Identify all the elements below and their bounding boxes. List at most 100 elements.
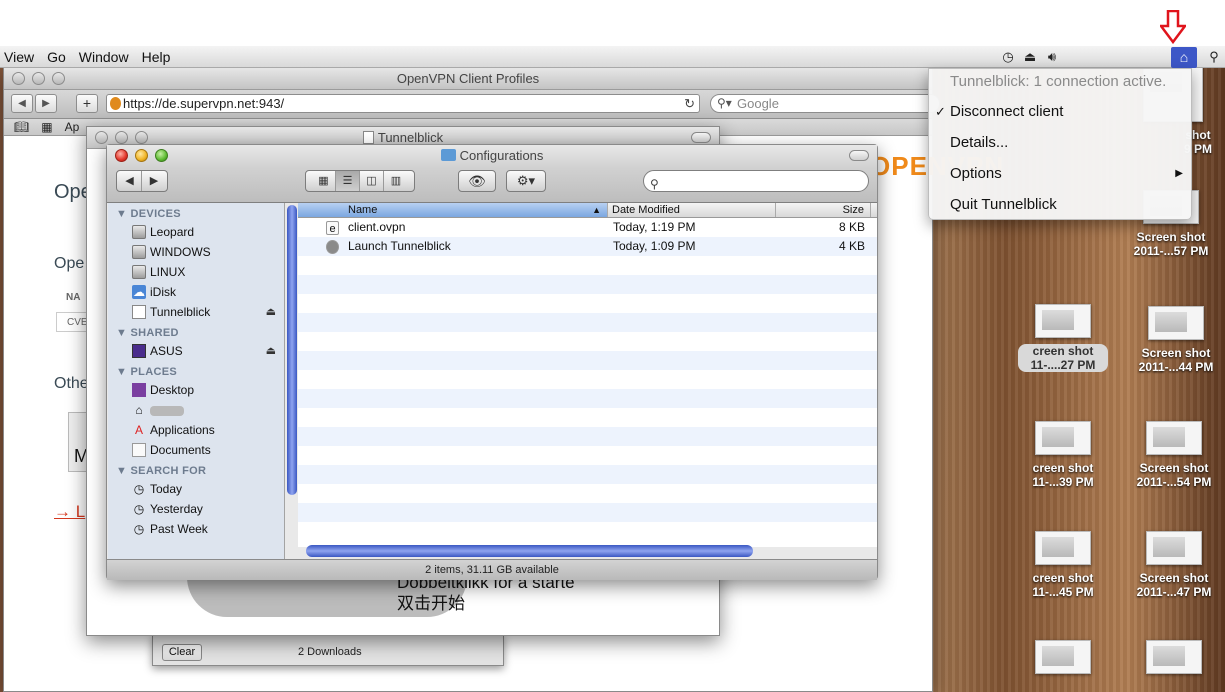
menu-help[interactable]: Help — [138, 49, 180, 65]
column-view-button[interactable]: ◫ — [360, 171, 384, 191]
sidebar-item-label: Today — [150, 482, 183, 496]
forward-button[interactable]: ▶ — [35, 94, 57, 113]
back-forward-buttons: ◀ ▶ — [116, 170, 168, 192]
eject-icon[interactable]: ⏏ — [266, 302, 276, 322]
menu-item-details[interactable]: Details... — [929, 128, 1191, 159]
icon-view-button[interactable]: ▦ — [312, 171, 336, 191]
size-column-header[interactable]: Size — [776, 203, 871, 217]
sidebar-item-linux[interactable]: LINUX — [108, 262, 284, 282]
sidebar-section-header[interactable]: ▼ SHARED — [108, 322, 284, 341]
menu-item-options[interactable]: Options ▶ — [929, 159, 1191, 190]
close-button[interactable] — [95, 131, 108, 144]
zoom-button[interactable] — [52, 72, 65, 85]
sidebar-item-today[interactable]: ◷ Today — [108, 479, 284, 499]
empty-row — [298, 313, 877, 332]
top-margin — [0, 0, 1225, 46]
clock-icon: ◷ — [133, 502, 145, 516]
eject-icon[interactable]: ⏏ — [266, 341, 276, 361]
forward-button[interactable]: ▶ — [142, 171, 166, 191]
reading-list-icon[interactable]: 📖︎ — [14, 120, 29, 134]
sidebar-item-home[interactable]: ⌂ — [108, 400, 284, 420]
spotlight-icon[interactable]: ⚲ — [1203, 46, 1225, 68]
clock-icon: ◷ — [133, 522, 145, 536]
sidebar-item-leopard[interactable]: Leopard — [108, 222, 284, 242]
page-subheading: Ope — [54, 255, 85, 272]
action-gear-button[interactable]: ⚙▾ — [506, 170, 546, 192]
clear-button[interactable]: Clear — [162, 644, 202, 661]
toolbar-toggle-button[interactable] — [691, 132, 711, 143]
search-icon: ⚲ — [650, 177, 659, 191]
sidebar-item-past-week[interactable]: ◷ Past Week — [108, 519, 284, 539]
back-button[interactable]: ◀ — [11, 94, 33, 113]
volume-icon[interactable]: 🔊︎ — [1041, 46, 1063, 68]
url-field[interactable]: https://de.supervpn.net:943/ ↻ — [106, 94, 700, 113]
tunnelblick-icon[interactable]: ⌂ — [1171, 46, 1197, 68]
sidebar-section-header[interactable]: ▼ SEARCH FOR — [108, 460, 284, 479]
sidebar-section-header[interactable]: ▼ PLACES — [108, 361, 284, 380]
google-search-field[interactable]: ⚲▾ Google — [710, 94, 940, 113]
submenu-arrow-icon: ▶ — [1175, 168, 1183, 179]
browser-title: OpenVPN Client Profiles — [396, 71, 540, 86]
menu-view[interactable]: View — [0, 49, 43, 65]
sidebar-item-yesterday[interactable]: ◷ Yesterday — [108, 499, 284, 519]
top-sites-icon[interactable]: ▦ — [41, 120, 52, 134]
coverflow-view-button[interactable]: ▥ — [384, 171, 408, 191]
desktop-icon[interactable]: Screen shot 2011-...54 PM — [1129, 421, 1219, 489]
date-column-header[interactable]: Date Modified — [608, 203, 776, 217]
eject-icon[interactable]: ⏏ — [1019, 46, 1041, 68]
empty-row — [298, 408, 877, 427]
file-row[interactable]: Launch Tunnelblick Today, 1:09 PM 4 KB — [298, 237, 877, 256]
menu-item-disconnect[interactable]: ✓ Disconnect client — [929, 97, 1191, 128]
time-machine-icon[interactable]: ◷ — [997, 46, 1019, 68]
list-view-button[interactable]: ☰ — [336, 171, 360, 191]
desktop-icon[interactable]: creen shot 11-...39 PM — [1018, 421, 1108, 489]
menu-go[interactable]: Go — [43, 49, 75, 65]
screenshot-thumbnail — [1035, 304, 1091, 338]
menu-status-line: Tunnelblick: 1 connection active. — [950, 73, 1167, 90]
quick-look-button[interactable]: 👁︎ — [458, 170, 496, 192]
minimize-button[interactable] — [115, 131, 128, 144]
back-button[interactable]: ◀ — [118, 171, 142, 191]
menu-item-quit[interactable]: Quit Tunnelblick — [929, 190, 1191, 221]
finder-toolbar: Configurations ◀ ▶ ▦ ☰ ◫ ▥ 👁︎ ⚙▾ ⚲ — [107, 145, 877, 203]
desktop-icon[interactable]: Screen shot 2011-...47 PM — [1129, 531, 1219, 599]
minimize-button[interactable] — [32, 72, 45, 85]
horizontal-scrollbar[interactable] — [306, 545, 753, 557]
page-link[interactable]: → L — [54, 502, 85, 522]
tunnelblick-app-icon — [326, 240, 339, 254]
sidebar-item-applications[interactable]: A Applications — [108, 420, 284, 440]
file-name: Launch Tunnelblick — [348, 239, 451, 253]
sidebar-scrollbar[interactable] — [287, 205, 297, 495]
desktop-icon[interactable]: Screen shot 2011-...44 PM — [1131, 306, 1221, 374]
sidebar-item-asus[interactable]: ASUS ⏏ — [108, 341, 284, 361]
bookmark-link[interactable]: Ap — [65, 120, 80, 134]
finder-title: Configurations — [459, 148, 544, 163]
reload-icon[interactable]: ↻ — [684, 95, 695, 112]
tunnelblick-menu: Tunnelblick: 1 connection active. ✓ Disco… — [928, 68, 1192, 220]
sidebar-item-label: Tunnelblick — [150, 305, 211, 319]
menu-window[interactable]: Window — [75, 49, 138, 65]
sidebar-item-windows[interactable]: WINDOWS — [108, 242, 284, 262]
sidebar-item-tunnelblick[interactable]: Tunnelblick ⏏ — [108, 302, 284, 322]
desktop-icon[interactable]: creen shot 11-...45 PM — [1018, 531, 1108, 599]
sidebar-item-documents[interactable]: Documents — [108, 440, 284, 460]
screenshot-thumbnail — [1035, 421, 1091, 455]
sidebar-item-idisk[interactable]: ☁ iDisk — [108, 282, 284, 302]
name-column-header[interactable]: Name ▲ — [298, 203, 608, 217]
downloads-count: 2 Downloads — [298, 646, 362, 658]
network-computer-icon — [132, 344, 146, 358]
file-row[interactable]: e client.ovpn Today, 1:19 PM 8 KB — [298, 218, 877, 237]
add-bookmark-button[interactable]: + — [76, 94, 98, 113]
finder-search-field[interactable]: ⚲ — [643, 170, 869, 192]
sidebar-item-label: Past Week — [150, 522, 208, 536]
toolbar-toggle-button[interactable] — [849, 150, 869, 161]
search-icon: ⚲▾ — [717, 96, 732, 110]
zoom-button[interactable] — [135, 131, 148, 144]
sidebar-section-header[interactable]: ▼ DEVICES — [108, 203, 284, 222]
desktop-icon[interactable] — [1018, 640, 1108, 680]
empty-row — [298, 370, 877, 389]
desktop-icon-selected[interactable]: creen shot 11-....27 PM — [1018, 304, 1108, 372]
close-button[interactable] — [12, 72, 25, 85]
sidebar-item-desktop[interactable]: Desktop — [108, 380, 284, 400]
desktop-icon[interactable] — [1129, 640, 1219, 680]
